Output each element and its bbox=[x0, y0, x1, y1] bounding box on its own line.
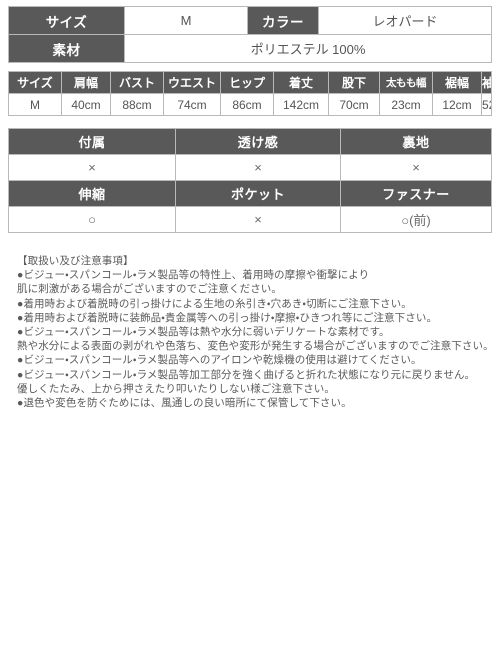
overview-color-header: カラー bbox=[247, 6, 319, 35]
measure-header-hip: ヒップ bbox=[220, 71, 274, 94]
handling-note-line: ●ビジュー・スパンコール・ラメ製品等は熱や水分に弱いデリケートな素材です。 bbox=[17, 326, 390, 339]
overview-color-value: レオパード bbox=[318, 6, 492, 35]
measure-header-length: 着丈 bbox=[273, 71, 329, 94]
measurements-table-body: サイズ 肩幅 バスト ウエスト ヒップ 着丈 股下 太もも幅 裾幅 袖丈 M 4… bbox=[8, 71, 492, 116]
measure-value-hip: 86cm bbox=[220, 93, 274, 116]
measure-value-hem: 12cm bbox=[432, 93, 482, 116]
overview-size-header: サイズ bbox=[8, 6, 125, 35]
product-spec-sheet: サイズ M カラー レオパード 素材 ポリエステル 100% サイズ 肩幅 バス… bbox=[0, 6, 500, 672]
attr-header-accessory: 付属 bbox=[8, 128, 176, 155]
attr-value-stretch: ○ bbox=[8, 206, 176, 233]
measure-header-shoulder: 肩幅 bbox=[61, 71, 111, 94]
measurements-table: サイズ 肩幅 バスト ウエスト ヒップ 着丈 股下 太もも幅 裾幅 袖丈 M 4… bbox=[8, 71, 492, 116]
table-row-headers: 伸縮 ポケット ファスナー bbox=[8, 180, 492, 207]
attr-header-stretch: 伸縮 bbox=[8, 180, 176, 207]
table-row-values: ○ × ○(前) bbox=[8, 206, 492, 233]
handling-note-line: ●ビジュー・スパンコール・ラメ製品等へのアイロンや乾燥機の使用は避けてください。 bbox=[17, 354, 422, 367]
handling-note-line: ●ビジュー・スパンコール・ラメ製品等加工部分を強く曲げると折れた状態になり元に戻… bbox=[17, 368, 476, 381]
handling-note-line: ●着用時および着脱時に装飾品・貴金属等への引っ掛け・摩擦・ひきつれ等にご注意下さ… bbox=[17, 311, 438, 324]
handling-note-line: ●着用時および着脱時の引っ掛けによる生地の糸引き・穴あき・切断にご注意下さい。 bbox=[17, 297, 412, 310]
table-row: 素材 ポリエステル 100% bbox=[8, 34, 492, 63]
measure-value-size: M bbox=[8, 93, 62, 116]
attr-value-sheerness: × bbox=[175, 154, 341, 181]
measure-header-waist: ウエスト bbox=[163, 71, 221, 94]
table-row-headers: サイズ 肩幅 バスト ウエスト ヒップ 着丈 股下 太もも幅 裾幅 袖丈 bbox=[8, 71, 492, 94]
overview-table-body: サイズ M カラー レオパード 素材 ポリエステル 100% bbox=[8, 6, 492, 63]
attr-header-zipper: ファスナー bbox=[340, 180, 492, 207]
measure-value-inseam: 70cm bbox=[328, 93, 380, 116]
attributes-table-body: 付属 透け感 裏地 × × × 伸縮 ポケット ファスナー ○ × ○(前) bbox=[8, 128, 492, 233]
table-row-values: M 40cm 88cm 74cm 86cm 142cm 70cm 23cm 12… bbox=[8, 93, 492, 116]
measure-value-thigh: 23cm bbox=[379, 93, 433, 116]
overview-table: サイズ M カラー レオパード 素材 ポリエステル 100% bbox=[8, 6, 492, 63]
measure-value-waist: 74cm bbox=[163, 93, 221, 116]
handling-notes: 【取扱い及び注意事項】 ●ビジュー・スパンコール・ラメ製品等の特性上、着用時の摩… bbox=[17, 254, 500, 410]
handling-note-line: 熱や水分による表面の剥がれや色落ち、変色や変形が発生する場合がございますのでご注… bbox=[17, 340, 494, 353]
handling-notes-title: 【取扱い及び注意事項】 bbox=[17, 255, 134, 267]
measure-value-shoulder: 40cm bbox=[61, 93, 111, 116]
attr-value-accessory: × bbox=[8, 154, 176, 181]
table-row: サイズ M カラー レオパード bbox=[8, 6, 492, 35]
overview-size-value: M bbox=[124, 6, 248, 35]
measure-header-size: サイズ bbox=[8, 71, 62, 94]
attributes-table: 付属 透け感 裏地 × × × 伸縮 ポケット ファスナー ○ × ○(前) bbox=[8, 128, 492, 233]
measure-header-thigh: 太もも幅 bbox=[379, 71, 433, 94]
handling-note-line: ●退色や変色を防ぐためには、風通しの良い暗所にて保管して下さい。 bbox=[17, 397, 352, 410]
attr-header-pocket: ポケット bbox=[175, 180, 341, 207]
handling-note-line: ●ビジュー・スパンコール・ラメ製品等の特性上、着用時の摩擦や衝撃により bbox=[17, 269, 370, 282]
attr-header-sheerness: 透け感 bbox=[175, 128, 341, 155]
overview-material-header: 素材 bbox=[8, 34, 125, 63]
handling-note-line: 肌に刺激がある場合がございますのでご注意ください。 bbox=[17, 283, 282, 296]
table-row-values: × × × bbox=[8, 154, 492, 181]
attr-value-zipper: ○(前) bbox=[340, 206, 492, 233]
measure-header-inseam: 股下 bbox=[328, 71, 380, 94]
table-row-headers: 付属 透け感 裏地 bbox=[8, 128, 492, 155]
attr-header-lining: 裏地 bbox=[340, 128, 492, 155]
measure-header-hem: 裾幅 bbox=[432, 71, 482, 94]
measure-header-bust: バスト bbox=[110, 71, 164, 94]
handling-note-line: 優しくたたみ、上から押さえたり叩いたりしない様ご注意下さい。 bbox=[17, 382, 335, 395]
measure-header-sleeve: 袖丈 bbox=[481, 71, 492, 94]
attr-value-lining: × bbox=[340, 154, 492, 181]
measure-value-bust: 88cm bbox=[110, 93, 164, 116]
measure-value-sleeve: 52cm bbox=[481, 93, 492, 116]
attr-value-pocket: × bbox=[175, 206, 341, 233]
measure-value-length: 142cm bbox=[273, 93, 329, 116]
overview-material-value: ポリエステル 100% bbox=[124, 34, 492, 63]
